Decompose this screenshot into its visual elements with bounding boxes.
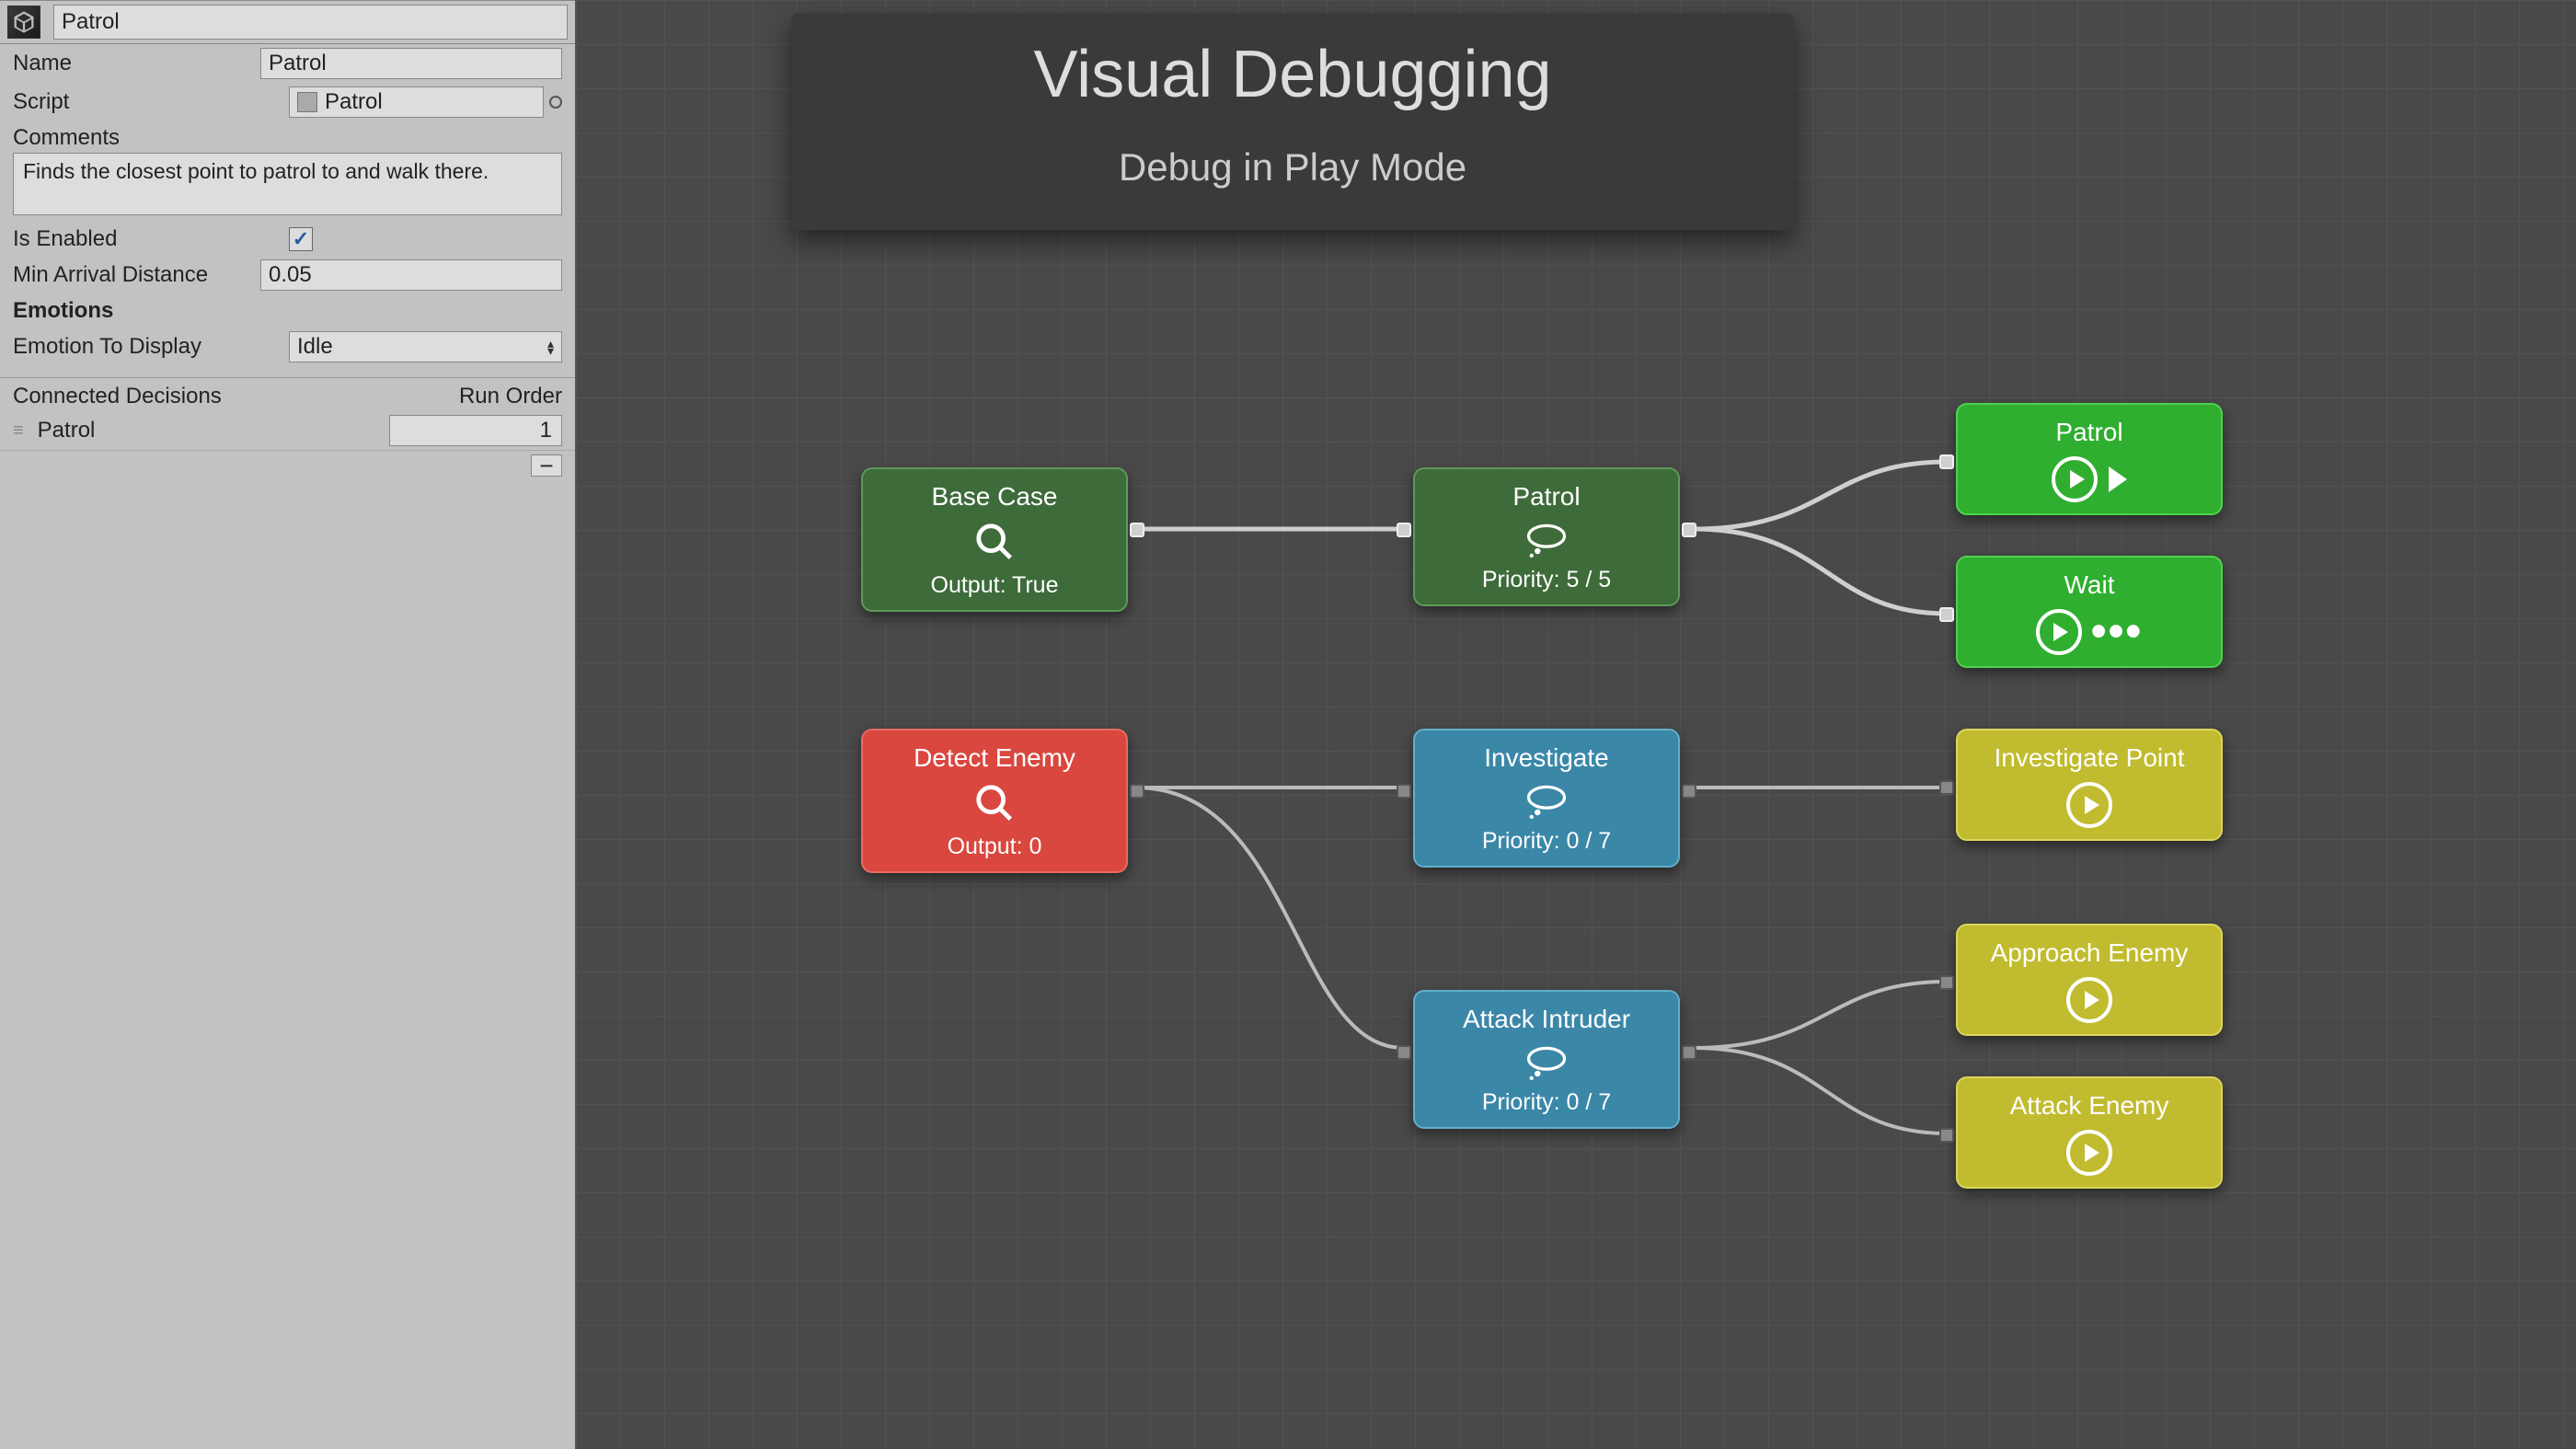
out-port[interactable] xyxy=(1682,1045,1696,1060)
min-arrival-label: Min Arrival Distance xyxy=(13,262,260,288)
connected-row[interactable]: ≡ Patrol 1 xyxy=(0,411,575,451)
in-port[interactable] xyxy=(1397,523,1411,537)
emotion-label: Emotion To Display xyxy=(13,334,289,360)
play-ring-icon xyxy=(2052,456,2098,502)
node-patrol-action[interactable]: Patrol xyxy=(1956,403,2223,515)
script-field[interactable]: Patrol xyxy=(289,86,544,118)
node-title: Patrol xyxy=(1424,482,1669,512)
inspector-header: Patrol xyxy=(0,0,575,44)
in-port[interactable] xyxy=(1939,780,1954,795)
script-file-icon xyxy=(297,92,317,112)
thought-icon xyxy=(1424,1043,1669,1080)
node-sub: Output: True xyxy=(872,572,1117,599)
node-base-case[interactable]: Base Case Output: True xyxy=(861,467,1128,612)
graph-canvas[interactable]: Visual Debugging Debug in Play Mode Base… xyxy=(576,0,2576,1449)
play-icon xyxy=(2109,466,2127,492)
node-title: Approach Enemy xyxy=(1967,938,2212,968)
node-title: Investigate Point xyxy=(1967,743,2212,773)
node-sub: Priority: 0 / 7 xyxy=(1424,1089,1669,1116)
name-label: Name xyxy=(13,51,260,76)
node-sub: Priority: 0 / 7 xyxy=(1424,828,1669,855)
out-port[interactable] xyxy=(1130,523,1144,537)
title-sub: Debug in Play Mode xyxy=(828,145,1757,190)
node-patrol-decision[interactable]: Patrol Priority: 5 / 5 xyxy=(1413,467,1680,606)
node-title: Investigate xyxy=(1424,743,1669,773)
play-ring-icon xyxy=(2066,782,2112,828)
node-sub: Priority: 5 / 5 xyxy=(1424,567,1669,593)
node-title: Attack Intruder xyxy=(1424,1005,1669,1034)
inspector-panel: Patrol Name Script Patrol Comments Finds… xyxy=(0,0,576,1449)
node-title: Wait xyxy=(1967,570,2212,600)
emotions-section-title: Emotions xyxy=(0,294,575,328)
out-port[interactable] xyxy=(1130,784,1144,799)
in-port[interactable] xyxy=(1939,1128,1954,1143)
object-picker-icon[interactable] xyxy=(549,96,562,109)
script-label: Script xyxy=(13,89,289,115)
name-input[interactable] xyxy=(260,48,562,79)
in-port[interactable] xyxy=(1939,607,1954,622)
out-port[interactable] xyxy=(1682,523,1696,537)
node-attack-intruder[interactable]: Attack Intruder Priority: 0 / 7 xyxy=(1413,990,1680,1129)
title-main: Visual Debugging xyxy=(828,37,1757,112)
unity-cube-icon xyxy=(7,6,40,39)
in-port[interactable] xyxy=(1939,454,1954,469)
emotion-value: Idle xyxy=(297,334,333,360)
node-title: Detect Enemy xyxy=(872,743,1117,773)
node-investigate-point[interactable]: Investigate Point xyxy=(1956,729,2223,841)
node-approach-enemy[interactable]: Approach Enemy xyxy=(1956,924,2223,1036)
is-enabled-label: Is Enabled xyxy=(13,226,289,252)
in-port[interactable] xyxy=(1397,784,1411,799)
magnify-icon xyxy=(872,782,1117,824)
run-order-label: Run Order xyxy=(459,384,562,409)
magnify-icon xyxy=(872,521,1117,563)
emotion-dropdown[interactable]: Idle ▴▾ xyxy=(289,331,562,362)
dropdown-arrows-icon: ▴▾ xyxy=(547,339,554,354)
connected-item-order[interactable]: 1 xyxy=(389,415,562,446)
header-name-field[interactable]: Patrol xyxy=(53,5,568,40)
play-ring-icon xyxy=(2066,1130,2112,1176)
node-attack-enemy[interactable]: Attack Enemy xyxy=(1956,1076,2223,1189)
node-detect-enemy[interactable]: Detect Enemy Output: 0 xyxy=(861,729,1128,873)
script-value: Patrol xyxy=(325,89,383,115)
in-port[interactable] xyxy=(1939,975,1954,990)
title-card: Visual Debugging Debug in Play Mode xyxy=(791,13,1794,230)
connected-decisions-label: Connected Decisions xyxy=(13,384,222,409)
node-sub: Output: 0 xyxy=(872,834,1117,860)
node-title: Base Case xyxy=(872,482,1117,512)
comments-label: Comments xyxy=(13,125,120,151)
thought-icon xyxy=(1424,521,1669,558)
play-ring-icon xyxy=(2036,609,2082,655)
drag-handle-icon[interactable]: ≡ xyxy=(13,420,25,442)
node-title: Attack Enemy xyxy=(1967,1091,2212,1121)
min-arrival-input[interactable] xyxy=(260,259,562,291)
node-investigate[interactable]: Investigate Priority: 0 / 7 xyxy=(1413,729,1680,868)
connected-item-name: Patrol xyxy=(38,418,389,443)
node-wait[interactable]: Wait ••• xyxy=(1956,556,2223,668)
out-port[interactable] xyxy=(1682,784,1696,799)
thought-icon xyxy=(1424,782,1669,819)
play-ring-icon xyxy=(2066,977,2112,1023)
is-enabled-checkbox[interactable] xyxy=(289,227,313,251)
comments-textarea[interactable]: Finds the closest point to patrol to and… xyxy=(13,153,562,215)
node-title: Patrol xyxy=(1967,418,2212,447)
in-port[interactable] xyxy=(1397,1045,1411,1060)
divider xyxy=(0,377,575,378)
remove-button[interactable]: − xyxy=(531,454,562,477)
ellipsis-icon: ••• xyxy=(2091,623,2143,641)
